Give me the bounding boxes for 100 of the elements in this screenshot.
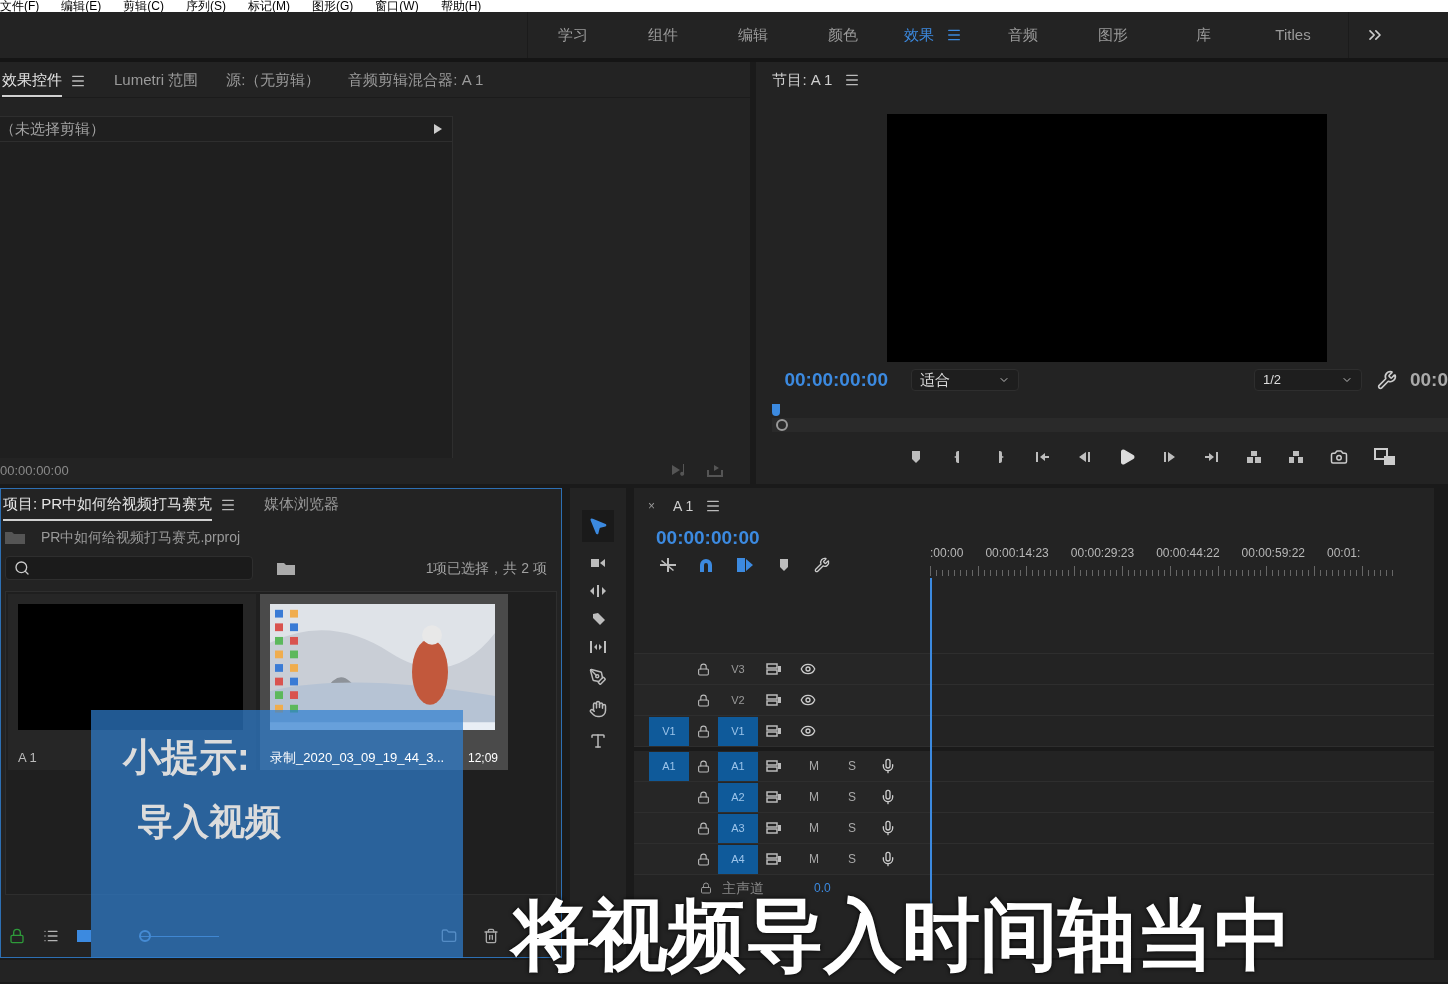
panel-tab[interactable]: Lumetri 范围 bbox=[114, 68, 199, 97]
lock-icon[interactable] bbox=[697, 693, 710, 707]
lock-icon[interactable] bbox=[697, 790, 710, 804]
menu-item[interactable]: 文件(F) bbox=[0, 0, 40, 12]
track-target[interactable]: A4 bbox=[718, 844, 758, 874]
track-select-tool[interactable] bbox=[589, 556, 607, 570]
solo-button[interactable]: S bbox=[844, 819, 860, 837]
resolution-dropdown[interactable]: 1/2 bbox=[1253, 369, 1362, 391]
sync-lock-icon[interactable] bbox=[766, 663, 782, 675]
sync-lock-icon[interactable] bbox=[766, 822, 782, 834]
solo-button[interactable]: S bbox=[844, 788, 860, 806]
menu-item[interactable]: 剪辑(C) bbox=[123, 0, 164, 12]
track-target[interactable]: V2 bbox=[718, 685, 758, 715]
track-target[interactable]: V1 bbox=[718, 716, 758, 746]
panel-tab[interactable]: 媒体浏览器 bbox=[264, 492, 340, 521]
microphone-icon[interactable] bbox=[880, 789, 896, 805]
go-to-in-icon[interactable] bbox=[1034, 450, 1051, 464]
workspace-tab[interactable]: 库 bbox=[1158, 12, 1248, 58]
source-patch[interactable]: A1 bbox=[649, 751, 689, 781]
track-target[interactable]: V3 bbox=[718, 654, 758, 684]
workspace-tab[interactable]: Titles bbox=[1248, 12, 1338, 58]
panel-title: A 1 bbox=[673, 496, 694, 516]
source-patch[interactable]: V1 bbox=[649, 716, 689, 746]
search-icon bbox=[14, 560, 30, 576]
solo-button[interactable]: S bbox=[844, 757, 860, 775]
workspace-tab[interactable]: 图形 bbox=[1068, 12, 1158, 58]
workspace-tab[interactable]: 编辑 bbox=[708, 12, 798, 58]
close-button[interactable]: × bbox=[648, 497, 655, 515]
timecode-display[interactable]: 00:00:00:00 bbox=[784, 365, 888, 395]
lock-icon[interactable] bbox=[697, 759, 710, 773]
search-field[interactable] bbox=[5, 556, 253, 580]
linked-selection-icon[interactable] bbox=[736, 556, 754, 573]
playhead[interactable] bbox=[772, 404, 781, 416]
go-to-out-icon[interactable] bbox=[1204, 450, 1221, 464]
camera-icon[interactable] bbox=[1330, 448, 1349, 466]
menu-icon[interactable] bbox=[844, 72, 861, 88]
menu-item[interactable]: 编辑(E) bbox=[61, 0, 102, 12]
track-target[interactable]: A2 bbox=[718, 782, 758, 812]
workspace-tab[interactable]: 组件 bbox=[618, 12, 708, 58]
panel-tab[interactable]: 项目: PR中如何给视频打马赛克 bbox=[3, 492, 213, 521]
lock-icon[interactable] bbox=[697, 662, 710, 676]
panel-tab[interactable]: 源:（无剪辑） bbox=[226, 68, 321, 97]
lock-icon[interactable] bbox=[697, 852, 710, 866]
eye-icon[interactable] bbox=[800, 723, 816, 739]
menu-item[interactable]: 帮助(H) bbox=[440, 0, 482, 12]
workspace-tab[interactable]: 音频 bbox=[978, 12, 1068, 58]
microphone-icon[interactable] bbox=[880, 758, 896, 774]
track-target[interactable]: A1 bbox=[718, 751, 758, 781]
menu-item[interactable]: 序列(S) bbox=[186, 0, 226, 12]
workspace-tab[interactable]: 学习 bbox=[528, 12, 618, 58]
lock-icon[interactable] bbox=[9, 928, 25, 944]
zoom-handle[interactable] bbox=[776, 419, 789, 431]
mute-button[interactable]: M bbox=[804, 819, 824, 837]
nest-icon[interactable] bbox=[660, 557, 676, 572]
sync-lock-icon[interactable] bbox=[766, 725, 782, 737]
button-editor-icon[interactable] bbox=[1374, 448, 1397, 466]
microphone-icon[interactable] bbox=[880, 820, 896, 836]
list-view-icon[interactable] bbox=[43, 928, 59, 944]
microphone-icon[interactable] bbox=[880, 851, 896, 867]
eye-icon[interactable] bbox=[800, 692, 816, 708]
sync-lock-icon[interactable] bbox=[766, 791, 782, 803]
volume-value[interactable]: 0.0 bbox=[814, 879, 831, 897]
menu-icon[interactable] bbox=[946, 27, 962, 43]
lock-icon[interactable] bbox=[700, 882, 712, 894]
type-tool[interactable] bbox=[589, 732, 607, 750]
solo-button[interactable]: S bbox=[844, 850, 860, 868]
mute-button[interactable]: M bbox=[804, 788, 824, 806]
mute-button[interactable]: M bbox=[804, 757, 824, 775]
panel-tab[interactable]: 效果控件 bbox=[2, 68, 62, 97]
ripple-edit-tool[interactable] bbox=[589, 584, 607, 598]
menu-icon[interactable] bbox=[705, 498, 722, 514]
find-icon[interactable] bbox=[277, 561, 295, 575]
eye-icon[interactable] bbox=[800, 661, 816, 677]
track-target[interactable]: A3 bbox=[718, 813, 758, 843]
sync-lock-icon[interactable] bbox=[766, 853, 782, 865]
slip-tool[interactable] bbox=[589, 640, 607, 654]
menu-item[interactable]: 窗口(W) bbox=[375, 0, 419, 12]
mute-button[interactable]: M bbox=[804, 850, 824, 868]
lock-icon[interactable] bbox=[697, 724, 710, 738]
timecode-display[interactable]: 00:00:00:00 bbox=[656, 527, 760, 548]
play-icon[interactable] bbox=[1118, 448, 1137, 466]
sync-lock-icon[interactable] bbox=[766, 760, 782, 772]
sync-lock-icon[interactable] bbox=[766, 694, 782, 706]
hand-tool[interactable] bbox=[589, 700, 607, 718]
zoom-dropdown[interactable]: 适合 bbox=[910, 369, 1019, 391]
expand-arrow-icon[interactable] bbox=[434, 124, 442, 134]
trash-icon[interactable] bbox=[483, 928, 499, 944]
settings-icon[interactable] bbox=[814, 556, 830, 573]
insert-icon[interactable] bbox=[1246, 450, 1263, 464]
lock-icon[interactable] bbox=[697, 821, 710, 835]
snap-icon[interactable] bbox=[698, 557, 714, 572]
workspace-tab[interactable]: 效果 bbox=[888, 12, 978, 58]
overwrite-icon[interactable] bbox=[1288, 450, 1305, 464]
workspace-tab[interactable]: 颜色 bbox=[798, 12, 888, 58]
panel-tab[interactable]: 音频剪辑混合器: A 1 bbox=[348, 68, 484, 97]
menu-item[interactable]: 图形(G) bbox=[312, 0, 354, 12]
pen-tool[interactable] bbox=[589, 668, 607, 686]
selection-tool[interactable] bbox=[582, 510, 614, 542]
settings-icon[interactable] bbox=[1376, 370, 1397, 390]
menu-item[interactable]: 标记(M) bbox=[248, 0, 290, 12]
